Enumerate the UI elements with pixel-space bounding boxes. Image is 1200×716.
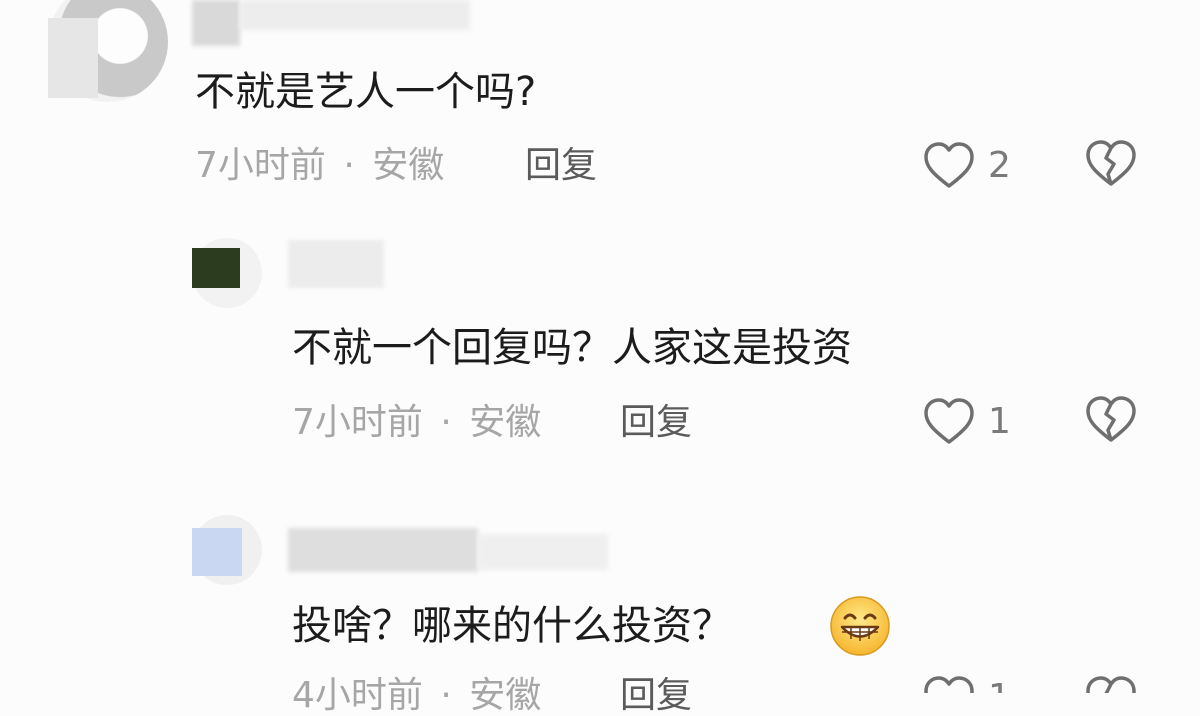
grinning-face-emoji-icon xyxy=(830,596,890,656)
username-masked[interactable] xyxy=(288,240,384,288)
avatar-mask xyxy=(48,18,98,98)
username-masked[interactable] xyxy=(288,528,478,572)
broken-heart-icon xyxy=(1086,676,1136,693)
avatar-mask xyxy=(192,248,240,288)
comment-text: 投啥？哪来的什么投资？ xyxy=(292,606,732,646)
comment-text-body: 投啥？哪来的什么投资？ xyxy=(292,603,732,649)
comment-text: 不就一个回复吗？人家这是投资 xyxy=(292,325,852,371)
comment-text: 不就是艺人一个吗? xyxy=(195,69,537,115)
username-masked-tail xyxy=(240,0,470,30)
comment-time: 7小时前 xyxy=(292,402,423,443)
heart-outline-icon xyxy=(924,398,974,444)
heart-outline-icon xyxy=(924,142,974,188)
broken-heart-icon xyxy=(1086,396,1136,442)
avatar-mask xyxy=(192,528,242,576)
reply-button[interactable]: 回复 xyxy=(620,678,692,714)
broken-heart-icon xyxy=(1086,140,1136,186)
comment-location: 安徽 xyxy=(469,402,542,443)
comment-meta: 7小时前 · 安徽 xyxy=(195,148,444,184)
meta-separator: · xyxy=(343,145,355,186)
like-count: 1 xyxy=(988,401,1011,442)
comment-meta: 4小时前 · 安徽 xyxy=(292,678,541,714)
meta-separator: · xyxy=(440,402,452,443)
heart-outline-icon xyxy=(924,676,974,693)
username-masked-tail xyxy=(478,534,608,570)
username-masked[interactable] xyxy=(192,0,240,46)
like-count: 2 xyxy=(988,145,1011,186)
dislike-button[interactable] xyxy=(1084,138,1140,194)
comment-time: 4小时前 xyxy=(292,675,423,716)
like-button[interactable]: 2 xyxy=(922,138,1022,194)
like-count: 1 xyxy=(988,680,1011,694)
comment-location: 安徽 xyxy=(372,145,445,186)
reply-button[interactable]: 回复 xyxy=(525,148,597,184)
like-button[interactable]: 1 xyxy=(922,672,1022,693)
meta-separator: · xyxy=(440,675,452,716)
dislike-button[interactable] xyxy=(1084,394,1140,450)
comment-meta: 7小时前 · 安徽 xyxy=(292,405,541,441)
dislike-button[interactable] xyxy=(1084,672,1140,693)
like-button[interactable]: 1 xyxy=(922,394,1022,450)
comment-location: 安徽 xyxy=(469,675,542,716)
reply-button[interactable]: 回复 xyxy=(620,405,692,441)
comment-time: 7小时前 xyxy=(195,145,326,186)
